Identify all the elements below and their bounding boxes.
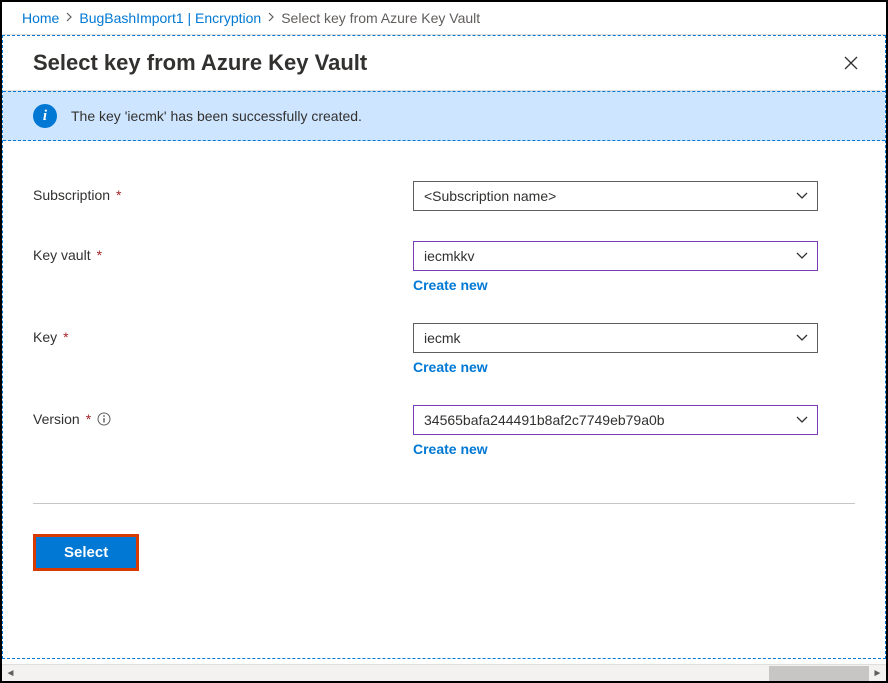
chevron-down-icon	[795, 333, 809, 343]
version-dropdown[interactable]: 34565bafa244491b8af2c7749eb79a0b	[413, 405, 818, 435]
chevron-down-icon	[795, 415, 809, 425]
required-indicator: *	[116, 187, 121, 203]
breadcrumb-encryption[interactable]: BugBashImport1 | Encryption	[79, 10, 261, 26]
required-indicator: *	[86, 411, 91, 427]
version-create-link[interactable]: Create new	[413, 441, 488, 457]
keyvault-label: Key vault *	[33, 241, 413, 263]
subscription-dropdown[interactable]: <Subscription name>	[413, 181, 818, 211]
version-label: Version *	[33, 405, 413, 427]
key-dropdown[interactable]: iecmk	[413, 323, 818, 353]
subscription-label: Subscription *	[33, 181, 413, 203]
panel: Select key from Azure Key Vault i The ke…	[2, 35, 886, 659]
chevron-down-icon	[795, 251, 809, 261]
version-value: 34565bafa244491b8af2c7749eb79a0b	[424, 412, 665, 428]
keyvault-row: Key vault * iecmkkv Create new	[33, 241, 855, 293]
chevron-right-icon	[267, 11, 275, 25]
chevron-down-icon	[795, 191, 809, 201]
close-button[interactable]	[841, 53, 861, 73]
form-area: Subscription * <Subscription name> Key v…	[3, 141, 885, 497]
keyvault-create-link[interactable]: Create new	[413, 277, 488, 293]
page-title: Select key from Azure Key Vault	[33, 50, 367, 76]
info-icon: i	[33, 104, 57, 128]
info-tooltip-icon[interactable]	[97, 412, 111, 426]
key-label: Key *	[33, 323, 413, 345]
keyvault-dropdown[interactable]: iecmkkv	[413, 241, 818, 271]
subscription-row: Subscription * <Subscription name>	[33, 181, 855, 211]
scroll-thumb[interactable]	[769, 666, 869, 681]
footer: Select	[3, 504, 885, 601]
required-indicator: *	[97, 247, 102, 263]
scroll-right-arrow[interactable]: ►	[869, 665, 886, 682]
panel-header: Select key from Azure Key Vault	[3, 36, 885, 91]
key-value: iecmk	[424, 330, 461, 346]
keyvault-value: iecmkkv	[424, 248, 475, 264]
key-create-link[interactable]: Create new	[413, 359, 488, 375]
breadcrumb-home[interactable]: Home	[22, 10, 59, 26]
horizontal-scrollbar[interactable]: ◄ ►	[2, 664, 886, 681]
required-indicator: *	[63, 329, 68, 345]
select-button[interactable]: Select	[33, 534, 139, 571]
subscription-value: <Subscription name>	[424, 188, 556, 204]
breadcrumb-current: Select key from Azure Key Vault	[281, 10, 480, 26]
version-row: Version * 34565bafa244491b8af2c7749eb79a…	[33, 405, 855, 457]
breadcrumb: Home BugBashImport1 | Encryption Select …	[2, 2, 886, 35]
key-row: Key * iecmk Create new	[33, 323, 855, 375]
info-message: The key 'iecmk' has been successfully cr…	[71, 108, 362, 124]
chevron-right-icon	[65, 11, 73, 25]
scroll-left-arrow[interactable]: ◄	[2, 665, 19, 682]
close-icon	[843, 55, 859, 71]
info-bar: i The key 'iecmk' has been successfully …	[3, 91, 885, 141]
